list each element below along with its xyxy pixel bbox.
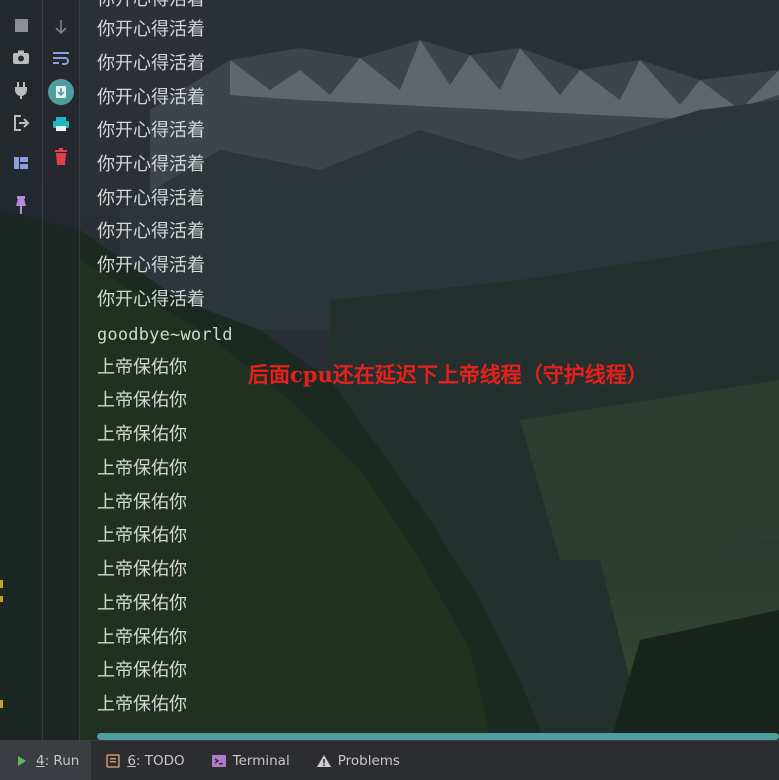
- console-line: 上帝保佑你: [97, 593, 187, 614]
- console-line: 上帝保佑你: [97, 390, 187, 411]
- console-line: 上帝保佑你: [97, 492, 187, 513]
- stop-button[interactable]: [10, 14, 32, 36]
- soft-wrap-icon: [53, 52, 69, 65]
- console-line: 你开心得活着: [97, 120, 205, 141]
- layout-icon: [14, 157, 28, 169]
- tab-problems[interactable]: Problems: [302, 741, 412, 780]
- print-icon: [53, 117, 69, 131]
- run-tool-window-toolbar: [0, 0, 43, 740]
- stop-icon: [14, 18, 28, 32]
- annotation-text: 后面cpu还在延迟下上帝线程（守护线程）: [248, 362, 648, 387]
- scroll-down-button[interactable]: [50, 16, 72, 38]
- console-line: 你开心得活着: [97, 255, 205, 276]
- terminal-icon: [211, 753, 227, 769]
- console-line: 你开心得活着: [97, 19, 205, 40]
- restore-layout-button[interactable]: [10, 152, 32, 174]
- clear-all-button[interactable]: [50, 146, 72, 168]
- console-line: 上帝保佑你: [97, 525, 187, 546]
- console-line-goodbye: goodbye~world: [97, 325, 233, 345]
- console-line: 你开心得活着: [97, 188, 205, 209]
- tab-run[interactable]: 4: Run: [0, 741, 92, 780]
- print-button[interactable]: [50, 113, 72, 135]
- console-line: 上帝保佑你: [97, 357, 187, 378]
- pin-tab-button[interactable]: [10, 194, 32, 216]
- tab-terminal[interactable]: Terminal: [197, 741, 302, 780]
- console-line: 你开心得活着: [97, 87, 205, 108]
- tool-window-bar: 4: Run 6: TODO Terminal Problems: [0, 740, 779, 780]
- arrow-down-icon: [55, 20, 67, 35]
- warning-icon: [316, 753, 332, 769]
- console-line: 上帝保佑你: [97, 627, 187, 648]
- console-line: 上帝保佑你: [97, 458, 187, 479]
- console-line: 上帝保佑你: [97, 559, 187, 580]
- plug-icon: [15, 82, 27, 99]
- tab-problems-label: Problems: [337, 752, 400, 769]
- tab-todo-label: : TODO: [135, 752, 185, 769]
- console-line: 你开心得活着: [97, 289, 205, 310]
- scroll-to-end-icon: [48, 79, 74, 105]
- console-line: 上帝保佑你: [97, 694, 187, 715]
- trash-icon: [55, 148, 67, 165]
- console-actions-toolbar: [43, 0, 80, 740]
- attach-debugger-button[interactable]: [10, 79, 32, 101]
- todo-icon: [105, 753, 121, 769]
- tab-run-number: 4: [36, 752, 45, 769]
- console-line: 你开心得活着: [97, 154, 205, 175]
- console-line: 你开心得活着: [97, 53, 205, 74]
- tab-terminal-label: Terminal: [232, 752, 290, 769]
- screenshot-button[interactable]: [10, 46, 32, 68]
- run-icon: [14, 753, 30, 769]
- gutter-markers: [0, 580, 3, 708]
- console-line: 你开心得活着: [97, 221, 205, 242]
- scroll-to-end-button[interactable]: [48, 79, 74, 105]
- console-line: 上帝保佑你: [97, 660, 187, 681]
- camera-icon: [13, 50, 29, 64]
- console-line: 你开心得活着: [97, 0, 205, 12]
- console-line: 上帝保佑你: [97, 424, 187, 445]
- tab-run-label: : Run: [44, 752, 80, 769]
- exit-button[interactable]: [10, 112, 32, 134]
- tab-todo-number: 6: [127, 752, 136, 769]
- tab-todo[interactable]: 6: TODO: [91, 741, 196, 780]
- horizontal-scrollbar[interactable]: [97, 733, 779, 740]
- exit-icon: [14, 115, 30, 131]
- pin-icon: [16, 196, 26, 214]
- soft-wrap-button[interactable]: [50, 47, 72, 69]
